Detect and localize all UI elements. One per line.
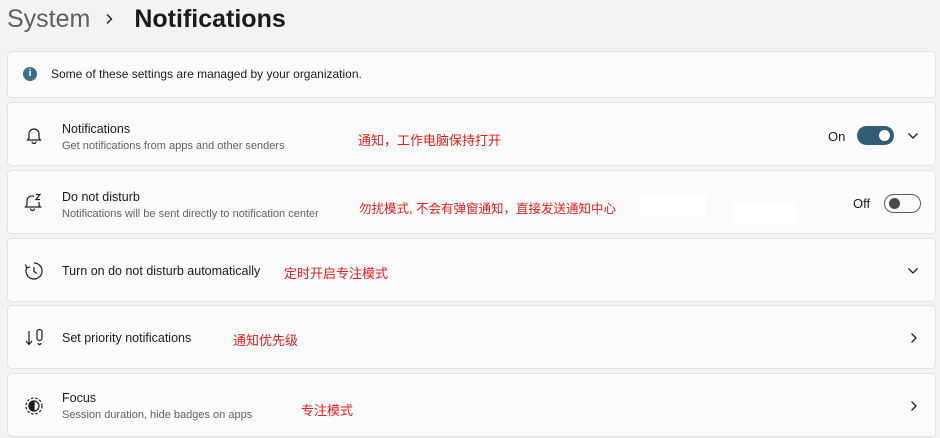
row-title: Notifications (62, 122, 131, 136)
row-description: Session duration, hide badges on apps (62, 409, 253, 421)
annotation-text: 通知优先级 (233, 333, 299, 348)
chevron-down-icon[interactable] (906, 264, 920, 278)
annotation-text: 勿扰模式, 不会有弹窗通知，直接发送通知中心 (359, 202, 616, 216)
annotation-text: 专注模式 (301, 403, 354, 418)
row-title: Do not disturb (62, 190, 140, 204)
dnd-automatic-row[interactable]: Turn on do not disturb automatically 定时开… (7, 238, 936, 302)
annotation-text: 定时开启专注模式 (284, 266, 389, 281)
info-text: Some of these settings are managed by yo… (51, 67, 362, 81)
redaction-box (733, 202, 796, 224)
row-description: Get notifications from apps and other se… (62, 140, 285, 152)
toggle-state-label: Off (853, 196, 871, 211)
chevron-right-icon (104, 11, 120, 27)
focus-icon (23, 395, 45, 417)
chevron-down-icon[interactable] (906, 129, 920, 143)
bell-icon (23, 124, 45, 146)
redaction-box (640, 195, 706, 217)
toggle-state-label: On (828, 129, 846, 144)
do-not-disturb-toggle[interactable] (884, 194, 921, 213)
clock-icon (23, 260, 45, 282)
row-title: Focus (62, 391, 97, 405)
chevron-right-icon[interactable] (907, 399, 921, 413)
priority-notifications-row[interactable]: Set priority notifications 通知优先级 (7, 305, 936, 369)
annotation-text: 通知，工作电脑保持打开 (358, 133, 502, 148)
notifications-setting-row[interactable]: Notifications Get notifications from app… (7, 102, 936, 166)
info-icon: i (23, 67, 37, 81)
page-title: Notifications (134, 4, 286, 33)
priority-icon (23, 327, 45, 349)
row-description: Notifications will be sent directly to n… (62, 208, 319, 220)
notifications-toggle[interactable] (857, 126, 894, 145)
breadcrumb-system[interactable]: System (7, 5, 90, 34)
focus-row[interactable]: Focus Session duration, hide badges on a… (7, 373, 936, 437)
row-title: Set priority notifications (62, 331, 192, 345)
managed-by-organization-banner: i Some of these settings are managed by … (7, 51, 936, 98)
do-not-disturb-row[interactable]: Do not disturb Notifications will be sen… (7, 170, 936, 234)
chevron-right-icon[interactable] (907, 331, 921, 345)
breadcrumb: System Notifications (7, 0, 286, 38)
do-not-disturb-bell-icon (23, 191, 45, 213)
row-title: Turn on do not disturb automatically (62, 264, 261, 278)
